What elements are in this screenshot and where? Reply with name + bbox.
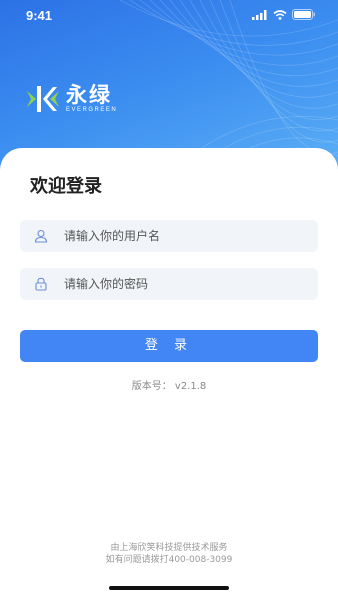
battery-icon <box>292 9 315 20</box>
provider-text: 由上海欣笑科技提供技术服务 <box>110 543 228 553</box>
login-screen: 9:41 永绿 EVERGREEN 欢迎登录 请输入你的用户名 登 录 版本号：… <box>0 0 338 600</box>
status-bar: 9:41 <box>0 0 338 34</box>
home-indicator[interactable] <box>109 586 229 590</box>
login-card: 欢迎登录 登 录 版本号： v2.1.8 由上海欣笑科技提供技术服务 如有问题请… <box>0 148 338 600</box>
contact-text: 如有问题请拨打400-008-3099 <box>105 555 233 565</box>
user-icon <box>34 229 48 243</box>
page-title: 欢迎登录 <box>30 176 102 197</box>
status-time: 9:41 <box>26 8 53 23</box>
brand-name-cn: 永绿 <box>66 83 112 107</box>
signal-icon <box>252 9 267 20</box>
version-label: 版本号： v2.1.8 <box>131 381 207 392</box>
brand-wordmark: 永绿 EVERGREEN <box>66 84 117 114</box>
password-field[interactable] <box>20 268 318 300</box>
status-icons <box>252 9 316 20</box>
username-field[interactable] <box>20 220 318 252</box>
lock-icon <box>35 277 47 291</box>
brand-logo: 永绿 EVERGREEN <box>26 82 117 116</box>
wifi-icon <box>273 9 287 20</box>
evergreen-logo-icon <box>27 86 59 112</box>
login-button[interactable]: 登 录 <box>20 330 318 362</box>
username-input[interactable] <box>62 228 296 244</box>
brand-name-en: EVERGREEN <box>66 107 118 113</box>
password-input[interactable] <box>62 276 296 292</box>
footer: 由上海欣笑科技提供技术服务 如有问题请拨打400-008-3099 <box>0 542 338 566</box>
